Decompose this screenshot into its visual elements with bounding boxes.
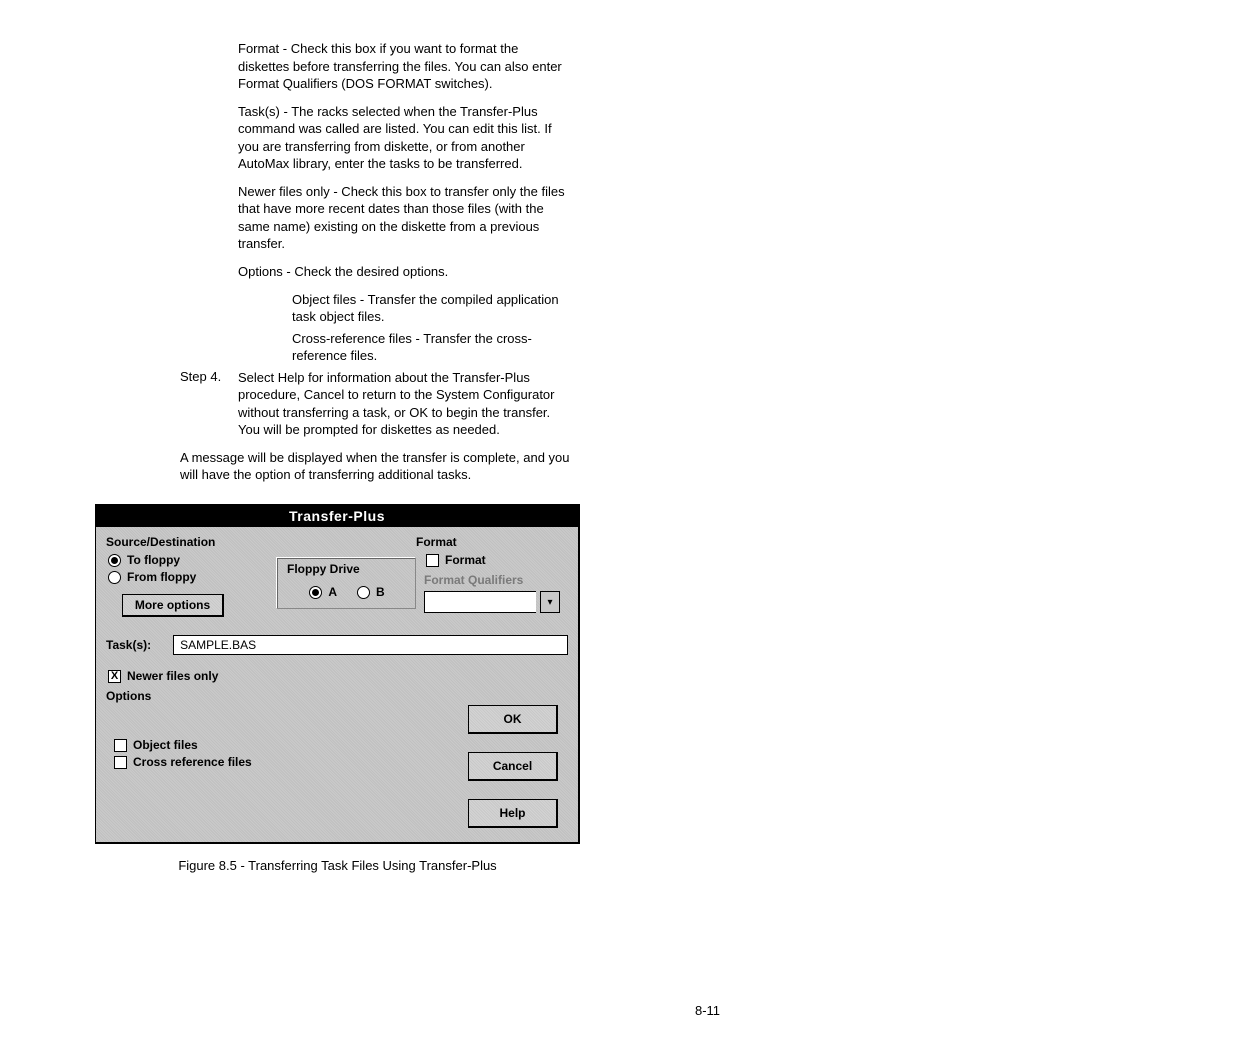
step-text: Select Help for information about the Tr…	[238, 369, 568, 439]
format-qualifiers-dropdown[interactable]: ▾	[540, 591, 560, 613]
checkbox-label: Object files	[133, 738, 198, 752]
para-format: Format - Check this box if you want to f…	[238, 40, 568, 93]
dialog-titlebar: Transfer-Plus	[96, 505, 578, 527]
radio-from-floppy[interactable]: From floppy	[108, 570, 276, 584]
radio-drive-b[interactable]: B	[357, 585, 385, 599]
radio-icon	[309, 586, 322, 599]
radio-label: To floppy	[127, 553, 180, 567]
radio-label: B	[376, 585, 385, 599]
checkbox-icon: X	[108, 670, 121, 683]
format-heading: Format	[416, 535, 566, 549]
checkbox-label: Newer files only	[127, 669, 218, 683]
help-button[interactable]: Help	[468, 799, 558, 828]
completion-message: A message will be displayed when the tra…	[180, 449, 570, 484]
radio-icon	[108, 571, 121, 584]
checkbox-icon	[114, 756, 127, 769]
format-checkbox[interactable]: Format	[426, 553, 566, 567]
transfer-plus-dialog: Transfer-Plus Source/Destination To flop…	[95, 504, 580, 844]
para-cross-ref: Cross-reference files - Transfer the cro…	[292, 330, 562, 365]
checkbox-icon	[426, 554, 439, 567]
down-arrow-icon: ▾	[547, 597, 552, 608]
step-label: Step 4.	[180, 369, 238, 439]
para-object-files: Object files - Transfer the compiled app…	[292, 291, 562, 326]
radio-to-floppy[interactable]: To floppy	[108, 553, 276, 567]
checkbox-label: Format	[445, 553, 486, 567]
para-options: Options - Check the desired options.	[238, 263, 568, 281]
floppy-drive-heading: Floppy Drive	[285, 562, 362, 576]
radio-icon	[357, 586, 370, 599]
page-number: 8-11	[180, 1003, 1235, 1018]
options-heading: Options	[106, 689, 568, 703]
checkbox-icon	[114, 739, 127, 752]
radio-icon	[108, 554, 121, 567]
radio-drive-a[interactable]: A	[309, 585, 337, 599]
para-tasks: Task(s) - The racks selected when the Tr…	[238, 103, 568, 173]
format-qualifiers-input[interactable]	[424, 591, 536, 613]
format-qualifiers-label: Format Qualifiers	[424, 573, 566, 587]
radio-label: From floppy	[127, 570, 196, 584]
more-options-button[interactable]: More options	[122, 594, 224, 617]
newer-files-checkbox[interactable]: X Newer files only	[108, 669, 568, 683]
tasks-input[interactable]	[173, 635, 568, 655]
cancel-button[interactable]: Cancel	[468, 752, 558, 781]
source-destination-heading: Source/Destination	[106, 535, 276, 549]
para-newer: Newer files only - Check this box to tra…	[238, 183, 568, 253]
figure-caption: Figure 8.5 - Transferring Task Files Usi…	[95, 858, 580, 873]
radio-label: A	[328, 585, 337, 599]
step-4: Step 4. Select Help for information abou…	[180, 369, 760, 439]
tasks-label: Task(s):	[106, 638, 151, 652]
checkbox-label: Cross reference files	[133, 755, 252, 769]
floppy-drive-group: Floppy Drive A B	[276, 557, 416, 609]
ok-button[interactable]: OK	[468, 705, 558, 734]
